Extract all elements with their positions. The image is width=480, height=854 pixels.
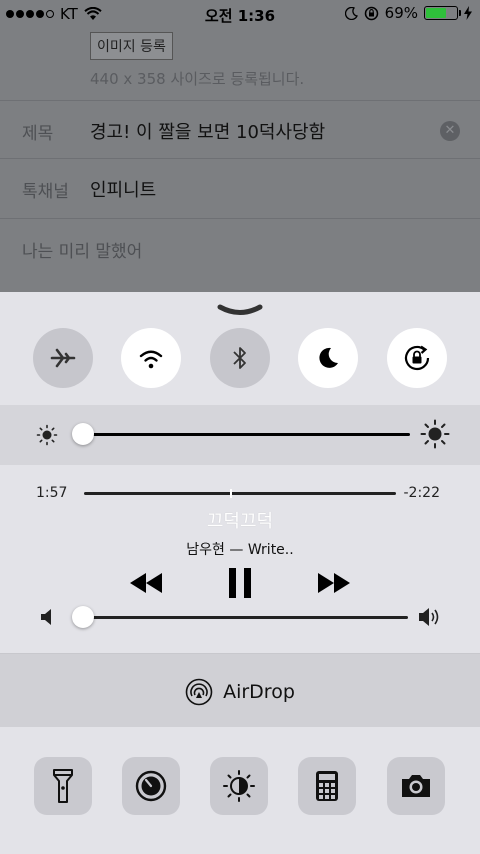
status-bar: KT 오전 1:36 69% — [0, 0, 480, 28]
grabber-handle[interactable] — [216, 304, 264, 318]
song-artist[interactable]: 남우현 — Write.. — [0, 539, 480, 559]
timer-button[interactable] — [122, 757, 180, 815]
night-shift-button[interactable] — [210, 757, 268, 815]
brightness-high-icon — [420, 419, 450, 449]
image-size-hint: 440 x 358 사이즈로 등록됩니다. — [90, 70, 305, 88]
camera-button[interactable] — [387, 757, 445, 815]
airdrop-label: AirDrop — [223, 681, 295, 703]
fast-forward-icon[interactable] — [316, 571, 352, 595]
airplane-mode-toggle[interactable] — [33, 328, 93, 388]
image-register-button[interactable]: 이미지 등록 — [90, 32, 173, 60]
scrubber-track[interactable] — [84, 492, 396, 495]
battery-icon — [424, 6, 461, 20]
calculator-icon — [316, 771, 338, 801]
camera-icon — [402, 775, 430, 797]
moon-icon — [319, 347, 338, 368]
title-field-label: 제목 — [22, 124, 54, 144]
now-playing-section: 1:57 -2:22 끄덕끄덕 남우현 — Write.. — [0, 465, 480, 653]
volume-high-icon — [419, 608, 439, 626]
airplane-icon — [50, 348, 76, 368]
do-not-disturb-toggle[interactable] — [298, 328, 358, 388]
rotation-lock-toggle[interactable] — [387, 328, 447, 388]
rewind-icon[interactable] — [128, 571, 164, 595]
rotation-lock-status-icon — [364, 6, 378, 20]
playback-controls — [0, 565, 480, 605]
battery-percent: 69% — [384, 4, 418, 22]
body-field-placeholder: 나는 미리 말했어 — [22, 242, 143, 262]
flashlight-icon — [53, 769, 73, 803]
wifi-icon — [139, 350, 163, 369]
clear-icon[interactable]: ✕ — [440, 121, 460, 141]
brightness-section — [0, 405, 480, 465]
pause-icon[interactable] — [227, 567, 253, 599]
status-right-group: 69% — [344, 4, 472, 22]
title-field-value[interactable]: 경고! 이 짤을 보면 10덕사당함 — [90, 118, 325, 144]
airdrop-button[interactable]: AirDrop — [0, 653, 480, 728]
airdrop-icon — [185, 678, 213, 706]
control-center: 1:57 -2:22 끄덕끄덕 남우현 — Write.. AirDrop — [0, 292, 480, 854]
timer-icon — [135, 770, 167, 802]
volume-slider-track[interactable] — [76, 616, 408, 619]
brightness-low-icon — [36, 424, 58, 446]
airdrop-content: AirDrop — [0, 678, 480, 706]
volume-low-icon — [41, 609, 51, 625]
elapsed-time: 1:57 — [36, 485, 68, 501]
night-shift-icon — [223, 770, 255, 802]
remaining-time: -2:22 — [403, 485, 441, 501]
channel-field-value[interactable]: 인피니트 — [90, 176, 156, 202]
rotation-lock-icon — [404, 345, 430, 371]
bluetooth-icon — [233, 347, 246, 369]
brightness-slider-thumb[interactable] — [71, 423, 94, 445]
calculator-button[interactable] — [298, 757, 356, 815]
wifi-toggle[interactable] — [121, 328, 181, 388]
body-field-row[interactable]: 나는 미리 말했어 — [0, 218, 480, 277]
volume-slider-thumb[interactable] — [71, 606, 94, 628]
channel-field-row[interactable]: 톡채널 인피니트 — [0, 158, 480, 217]
title-field-row[interactable]: 제목 경고! 이 짤을 보면 10덕사당함 ✕ — [0, 100, 480, 159]
shortcuts-row — [0, 727, 480, 854]
charging-icon — [464, 6, 472, 20]
moon-status-icon — [344, 6, 358, 20]
brightness-slider-track[interactable] — [76, 433, 410, 436]
background-app: 이미지 등록 440 x 358 사이즈로 등록됩니다. 제목 경고! 이 짤을… — [0, 0, 480, 292]
channel-field-label: 톡채널 — [22, 182, 69, 202]
scrubber-position[interactable] — [229, 489, 232, 498]
battery-fill — [426, 8, 446, 18]
song-title[interactable]: 끄덕끄덕 — [0, 507, 480, 533]
bluetooth-toggle[interactable] — [210, 328, 270, 388]
toggle-row — [0, 328, 480, 388]
flashlight-button[interactable] — [34, 757, 92, 815]
